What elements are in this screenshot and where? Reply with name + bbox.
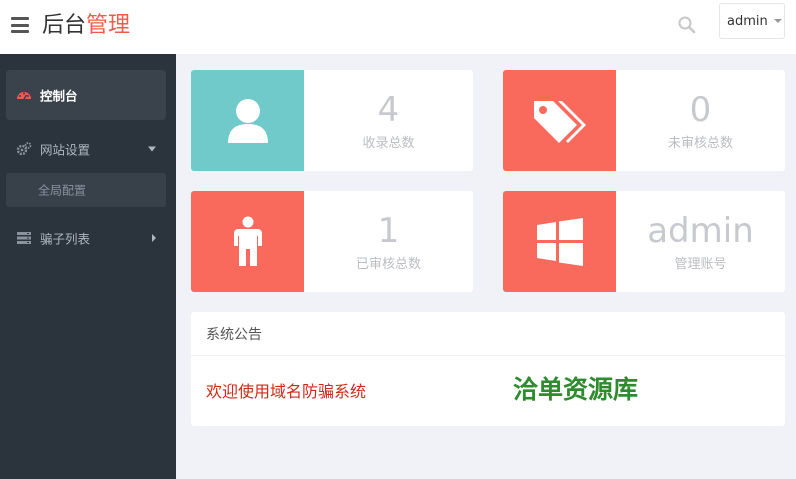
- divider: [191, 355, 785, 356]
- notice-panel: 系统公告 欢迎使用域名防骗系统 洽单资源库: [191, 312, 785, 426]
- welcome-text: 欢迎使用域名防骗系统: [206, 382, 367, 401]
- windows-icon: [536, 217, 583, 266]
- stat-value: admin: [647, 211, 754, 251]
- dashboard-icon: [17, 92, 31, 100]
- male-icon: [233, 216, 262, 266]
- stat-value: 0: [689, 90, 712, 130]
- sidebar: 控制台 网站设置 全局配置 骗子列表: [0, 54, 176, 479]
- tags-icon: [533, 100, 586, 143]
- chevron-down-icon: [148, 146, 156, 152]
- sidebar-subitem-label: 全局配置: [38, 183, 87, 198]
- panel-title: 系统公告: [206, 327, 262, 343]
- top-header: 后台管理 admin: [0, 0, 796, 54]
- stat-caption: 管理账号: [674, 257, 727, 272]
- chevron-right-icon: [152, 234, 156, 242]
- stat-value: 4: [377, 90, 400, 130]
- stat-card-approved: 1 已审核总数: [191, 191, 473, 292]
- stat-card-admin: admin 管理账号: [503, 191, 785, 292]
- sidebar-item-label: 网站设置: [40, 142, 91, 158]
- user-icon: [227, 98, 268, 143]
- brand-title: 后台管理: [42, 12, 130, 40]
- brand-main: 后台: [42, 13, 87, 38]
- stat-card-total: 4 收录总数: [191, 70, 473, 171]
- stat-caption: 已审核总数: [355, 257, 421, 272]
- chevron-down-icon: [773, 19, 782, 23]
- sidebar-item-dashboard[interactable]: 控制台: [6, 70, 166, 120]
- hamburger-menu-icon[interactable]: [11, 17, 29, 33]
- server-list-icon: [17, 232, 31, 244]
- sidebar-item-site-settings[interactable]: 网站设置: [6, 129, 166, 169]
- sidebar-item-scammer-list[interactable]: 骗子列表: [6, 218, 166, 258]
- stat-value: 1: [377, 211, 400, 251]
- stat-caption: 未审核总数: [667, 136, 733, 151]
- sidebar-item-label: 骗子列表: [40, 231, 91, 247]
- resource-text: 洽单资源库: [513, 375, 639, 404]
- user-dropdown-button[interactable]: admin: [719, 3, 785, 39]
- stat-caption: 收录总数: [362, 136, 415, 151]
- sidebar-subitem-global-config[interactable]: 全局配置: [6, 173, 166, 207]
- sidebar-item-label: 控制台: [40, 88, 78, 104]
- search-icon[interactable]: [677, 15, 697, 35]
- brand-accent: 管理: [86, 13, 131, 38]
- gears-icon: [16, 142, 32, 156]
- stat-card-pending: 0 未审核总数: [503, 70, 785, 171]
- user-name: admin: [727, 13, 768, 29]
